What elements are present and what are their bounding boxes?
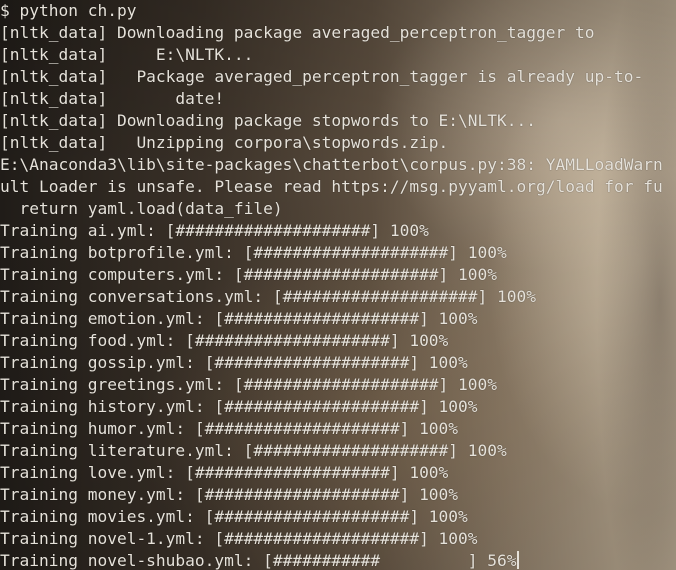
training-progress-line: Training gossip.yml: [##################… xyxy=(0,353,468,372)
text-cursor xyxy=(516,551,519,569)
terminal-window[interactable]: $ python ch.py [nltk_data] Downloading p… xyxy=(0,0,676,570)
training-progress-line: Training literature.yml: [##############… xyxy=(0,441,507,460)
terminal-line: $ python ch.py xyxy=(0,1,137,20)
terminal-line: [nltk_data] date! xyxy=(0,89,225,108)
terminal-output: $ python ch.py [nltk_data] Downloading p… xyxy=(0,0,663,570)
training-progress-line: Training ai.yml: [####################] … xyxy=(0,221,429,240)
training-progress-line: Training conversations.yml: [###########… xyxy=(0,287,537,306)
training-progress-line: Training greetings.yml: [###############… xyxy=(0,375,498,394)
training-progress-line: Training humor.yml: [###################… xyxy=(0,419,459,438)
training-progress-line: Training movies.yml: [##################… xyxy=(0,507,468,526)
training-progress-line: Training food.yml: [####################… xyxy=(0,331,449,350)
training-progress-line: Training computers.yml: [###############… xyxy=(0,265,498,284)
active-progress-text: Training novel-shubao.yml: [########### … xyxy=(0,551,517,570)
terminal-line: ult Loader is unsafe. Please read https:… xyxy=(0,177,663,196)
training-progress-line: Training history.yml: [#################… xyxy=(0,397,478,416)
terminal-line: [nltk_data] E:\NLTK... xyxy=(0,45,254,64)
training-progress-line: Training novel-1.yml: [#################… xyxy=(0,529,478,548)
training-progress-line: Training botprofile.yml: [##############… xyxy=(0,243,507,262)
training-progress-line: Training money.yml: [###################… xyxy=(0,485,459,504)
terminal-line: [nltk_data] Package averaged_perceptron_… xyxy=(0,67,644,86)
terminal-line: [nltk_data] Downloading package averaged… xyxy=(0,23,595,42)
terminal-line: E:\Anaconda3\lib\site-packages\chatterbo… xyxy=(0,155,663,174)
terminal-line: [nltk_data] Unzipping corpora\stopwords.… xyxy=(0,133,449,152)
training-progress-line: Training love.yml: [####################… xyxy=(0,463,449,482)
training-progress-line: Training emotion.yml: [#################… xyxy=(0,309,478,328)
terminal-line: [nltk_data] Downloading package stopword… xyxy=(0,111,537,130)
active-progress-line: Training novel-shubao.yml: [########### … xyxy=(0,550,663,570)
terminal-line: return yaml.load(data_file) xyxy=(0,199,283,218)
